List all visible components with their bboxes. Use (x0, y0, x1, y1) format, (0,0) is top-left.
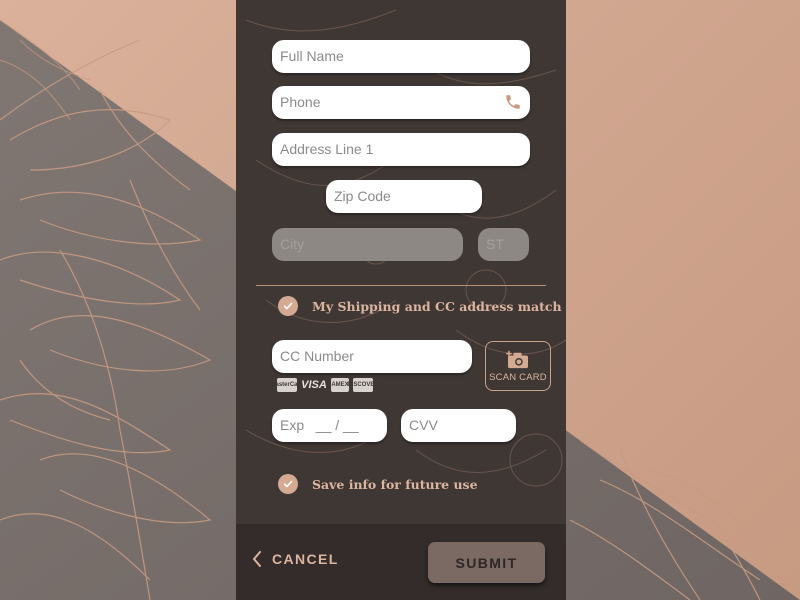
zip-code-placeholder: Zip Code (334, 188, 391, 204)
save-info-checkbox-row[interactable]: Save info for future use (278, 474, 478, 494)
city-input: City (272, 228, 463, 261)
address-match-label: My Shipping and CC address match (312, 298, 562, 314)
checkout-form-panel: Full Name Phone Address Line 1 Zip Code … (236, 0, 566, 600)
chevron-left-icon (253, 551, 261, 567)
phone-input[interactable]: Phone (272, 86, 530, 119)
address-line-1-input[interactable]: Address Line 1 (272, 133, 530, 166)
address-match-checkbox-row[interactable]: My Shipping and CC address match (278, 296, 562, 316)
save-info-checkbox[interactable] (278, 474, 298, 494)
section-divider (256, 285, 546, 286)
camera-plus-icon (506, 350, 528, 369)
cancel-button[interactable]: CANCEL (252, 551, 339, 567)
visa-logo: VISA (301, 379, 327, 391)
cancel-label: CANCEL (272, 551, 339, 567)
discover-logo: DISCOVER (347, 378, 379, 392)
state-input: ST (478, 228, 529, 261)
action-bar: CANCEL SUBMIT (236, 524, 566, 600)
scan-card-button[interactable]: SCAN CARD (485, 341, 551, 391)
full-name-input[interactable]: Full Name (272, 40, 530, 73)
zip-code-input[interactable]: Zip Code (326, 180, 482, 213)
full-name-placeholder: Full Name (280, 48, 344, 64)
mastercard-logo: MasterCard (271, 378, 304, 392)
phone-icon (506, 95, 520, 109)
address-match-checkbox[interactable] (278, 296, 298, 316)
city-placeholder: City (280, 236, 305, 252)
cvv-input[interactable]: CVV (401, 409, 516, 442)
save-info-label: Save info for future use (312, 476, 478, 492)
cc-number-input[interactable]: CC Number (272, 340, 472, 373)
amex-logo: AMEX (331, 378, 349, 392)
card-logos: MasterCard VISA AMEX DISCOVER (271, 378, 379, 392)
expiration-placeholder: Exp __ / __ (280, 417, 359, 433)
phone-placeholder: Phone (280, 94, 321, 110)
submit-button[interactable]: SUBMIT (428, 542, 545, 583)
submit-label: SUBMIT (455, 554, 518, 571)
state-placeholder: ST (486, 236, 504, 252)
cc-number-placeholder: CC Number (280, 348, 354, 364)
cvv-placeholder: CVV (409, 417, 438, 433)
address-line-1-placeholder: Address Line 1 (280, 141, 374, 157)
scan-card-label: SCAN CARD (489, 372, 547, 383)
checkmark-icon (283, 302, 293, 310)
expiration-input[interactable]: Exp __ / __ (272, 409, 387, 442)
checkmark-icon (283, 480, 293, 488)
